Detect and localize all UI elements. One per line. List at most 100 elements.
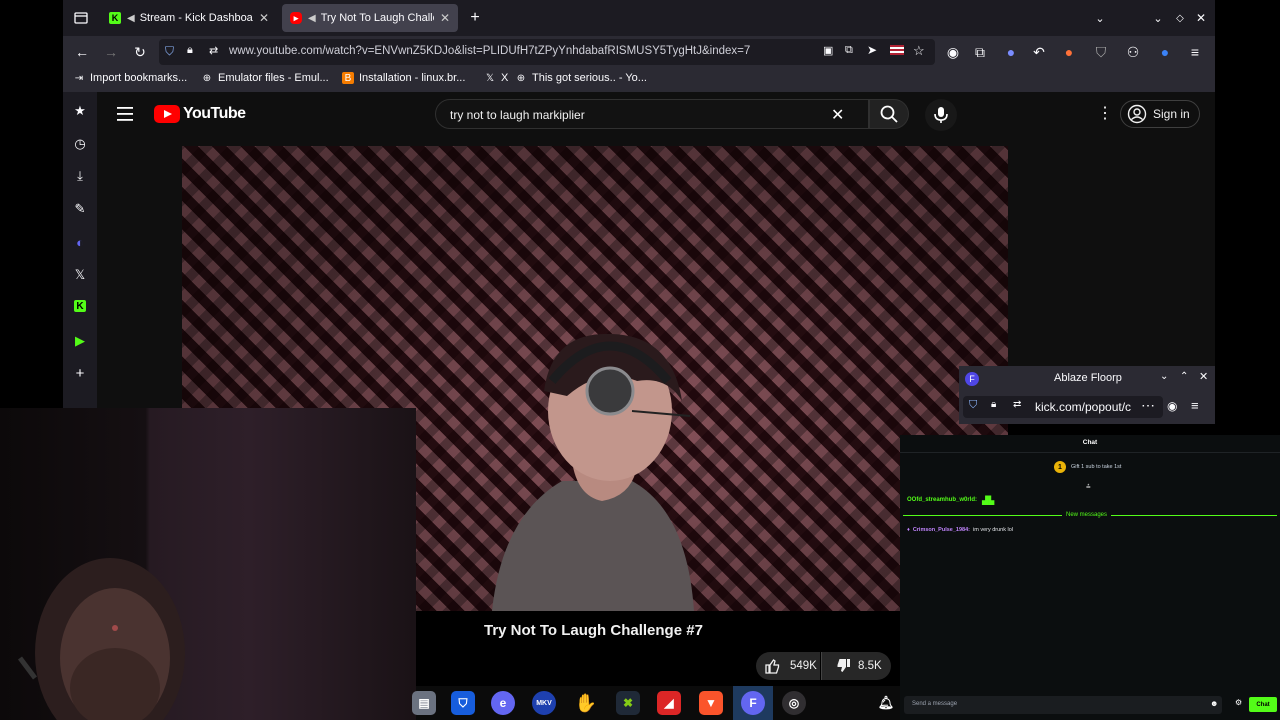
youtube-logo[interactable]: YouTube [154, 105, 246, 123]
menu-icon[interactable]: ≡ [1191, 398, 1199, 413]
voice-search-button[interactable] [925, 99, 957, 131]
lock-icon: 🔒︎ [187, 44, 193, 56]
thumbs-up-icon [765, 659, 780, 674]
tab-kick-dashboard[interactable]: K ◀ Stream - Kick Dashboard ✕ [101, 4, 277, 32]
close-icon[interactable]: ✕ [440, 11, 450, 25]
url-bar[interactable]: ⛉ 🔒︎ ⇄ www.youtube.com/watch?v=ENVwnZ5KD… [159, 39, 935, 65]
minimize-icon[interactable]: ⌄ [1148, 8, 1168, 28]
tab-label: Try Not To Laugh Challe [320, 12, 434, 24]
notes-icon[interactable]: ✎ [72, 201, 88, 217]
hamburger-menu-icon[interactable] [117, 106, 135, 122]
bitwarden-icon[interactable]: ⛉ [451, 691, 475, 715]
restore-icon[interactable]: ◇ [1170, 8, 1190, 28]
youtube-wordmark: YouTube [183, 105, 246, 122]
add-icon[interactable]: + [72, 365, 88, 382]
brave-icon[interactable]: ▼ [699, 691, 723, 715]
send-icon[interactable]: ➤ [867, 43, 877, 57]
user-icon [1127, 104, 1147, 124]
popup-minimize-icon[interactable]: ⌄ [1160, 371, 1168, 382]
files-icon[interactable]: ▤ [412, 691, 436, 715]
popup-close-icon[interactable]: ✕ [1199, 370, 1208, 383]
extensions-icon[interactable]: ⧉ [970, 42, 990, 62]
bookmark-this-got-serious[interactable]: ⊕ This got serious.. - Yo... [515, 72, 647, 84]
picture-in-picture-icon[interactable]: ▣ [823, 44, 833, 57]
notification-icon[interactable]: 🔔︎ [874, 691, 898, 715]
more-icon[interactable]: ⋯ [1141, 397, 1155, 414]
dislike-button[interactable]: 8.5K [821, 652, 891, 680]
container-icon[interactable]: ⚇ [1123, 42, 1143, 62]
tab-overview-icon[interactable] [71, 8, 91, 28]
x-icon[interactable]: 𝕏 [72, 267, 88, 283]
translate-icon[interactable]: ⧉ [845, 44, 853, 57]
close-icon[interactable]: ✕ [259, 11, 269, 25]
bookmark-star-icon[interactable]: ☆ [913, 43, 925, 59]
obs-icon[interactable]: ◎ [782, 691, 806, 715]
vpn-icon[interactable]: ● [1155, 42, 1175, 62]
thumbs-down-icon [837, 659, 850, 672]
more-options-icon[interactable]: ⋮ [1097, 106, 1113, 122]
kick-icon: K [109, 12, 121, 24]
blogger-icon: B [342, 72, 354, 84]
back-icon[interactable]: ← [72, 42, 92, 62]
menu-icon[interactable]: ≡ [1185, 42, 1205, 62]
pin-icon[interactable]: ⩮ [1086, 482, 1091, 492]
bookmark-installation[interactable]: B Installation - linux.br... [342, 72, 465, 84]
list-all-tabs-icon[interactable]: ⌄ [1090, 8, 1110, 28]
gift-sub-banner[interactable]: 1 Gift 1 sub to take 1st [1054, 461, 1121, 473]
settings-icon[interactable]: ⚙ [1235, 698, 1242, 707]
flag-icon[interactable] [890, 45, 904, 55]
chat-input[interactable]: Send a message ☻ [904, 696, 1222, 714]
popup-url-bar[interactable]: ⛉ 🔒︎ ⇄ kick.com/popout/c ⋯ [963, 396, 1163, 418]
bookmark-emulator[interactable]: ⊕ Emulator files - Emul... [201, 72, 329, 84]
speaker-icon: ◀ [308, 12, 316, 24]
popup-maximize-icon[interactable]: ⌃ [1180, 371, 1188, 382]
floorp-active-icon[interactable]: F [733, 686, 773, 720]
kick-icon[interactable]: K [74, 300, 86, 312]
search-input[interactable]: try not to laugh markiplier ✕ [435, 99, 869, 129]
reload-icon[interactable]: ↻ [130, 42, 150, 62]
firefox-ext-icon[interactable]: ● [1059, 42, 1079, 62]
chat-message-user[interactable]: Crimson_Pulse_1984: [913, 527, 970, 533]
clear-search-icon[interactable]: ✕ [831, 105, 844, 125]
download-icon[interactable]: ⤓ [72, 168, 88, 184]
chat-message-user[interactable]: OOfd_streamhub_w0rld: [907, 497, 977, 503]
app-icon[interactable]: ◢ [657, 691, 681, 715]
bookmark-x[interactable]: 𝕏X [484, 72, 508, 84]
new-tab-icon[interactable]: + [465, 8, 485, 28]
ublock-icon[interactable]: ⛉ [1091, 42, 1111, 62]
floorp-icon[interactable]: ◐ [72, 234, 88, 250]
tab-label: Stream - Kick Dashboard [139, 12, 253, 24]
window-close-icon[interactable]: ✕ [1191, 8, 1211, 28]
search-button[interactable] [869, 99, 909, 129]
floorp-icon[interactable]: e [491, 691, 515, 715]
speaker-icon: ◀ [127, 12, 135, 24]
wave-hand-icon[interactable]: ✋ [574, 691, 598, 715]
tab-youtube-video[interactable]: ▸ ◀ Try Not To Laugh Challe ✕ [282, 4, 458, 32]
like-button[interactable]: 549K [756, 652, 820, 680]
profile-icon[interactable]: ● [1001, 42, 1021, 62]
account-icon[interactable]: ◉ [1167, 399, 1177, 413]
sign-in-button[interactable]: Sign in [1120, 100, 1200, 128]
forward-icon[interactable]: → [101, 42, 121, 62]
webcam-overlay [0, 408, 416, 720]
chat-send-button[interactable]: Chat [1249, 697, 1277, 712]
chat-header: Chat [900, 435, 1280, 453]
popup-title: Ablaze Floorp [1054, 372, 1122, 384]
youtube-masthead: YouTube try not to laugh markiplier ✕ ⋮ … [97, 92, 1215, 140]
video-frame-person [492, 333, 694, 611]
search-icon [880, 105, 898, 123]
history-icon[interactable]: ◷ [72, 136, 88, 152]
xemu-icon[interactable]: ✖ [616, 691, 640, 715]
bookmark-import[interactable]: ⇥ Import bookmarks... [73, 72, 187, 84]
account-icon[interactable]: ◉ [943, 42, 963, 62]
navigation-toolbar: ← → ↻ ⛉ 🔒︎ ⇄ www.youtube.com/watch?v=ENV… [63, 36, 1215, 68]
kick-chat-panel: Chat 1 Gift 1 sub to take 1st ⩮ OOfd_str… [900, 435, 1280, 720]
play-icon[interactable]: ▶ [72, 333, 88, 349]
permissions-icon: ⇄ [209, 45, 219, 57]
emoji-icon[interactable]: ☻ [1210, 699, 1218, 708]
undo-icon[interactable]: ↶ [1029, 42, 1049, 62]
mkv-icon[interactable]: MKV [532, 691, 556, 715]
bookmark-star-icon[interactable]: ★ [72, 103, 88, 119]
popup-url-text: kick.com/popout/c [1035, 400, 1132, 414]
search-query: try not to laugh markiplier [450, 108, 585, 122]
